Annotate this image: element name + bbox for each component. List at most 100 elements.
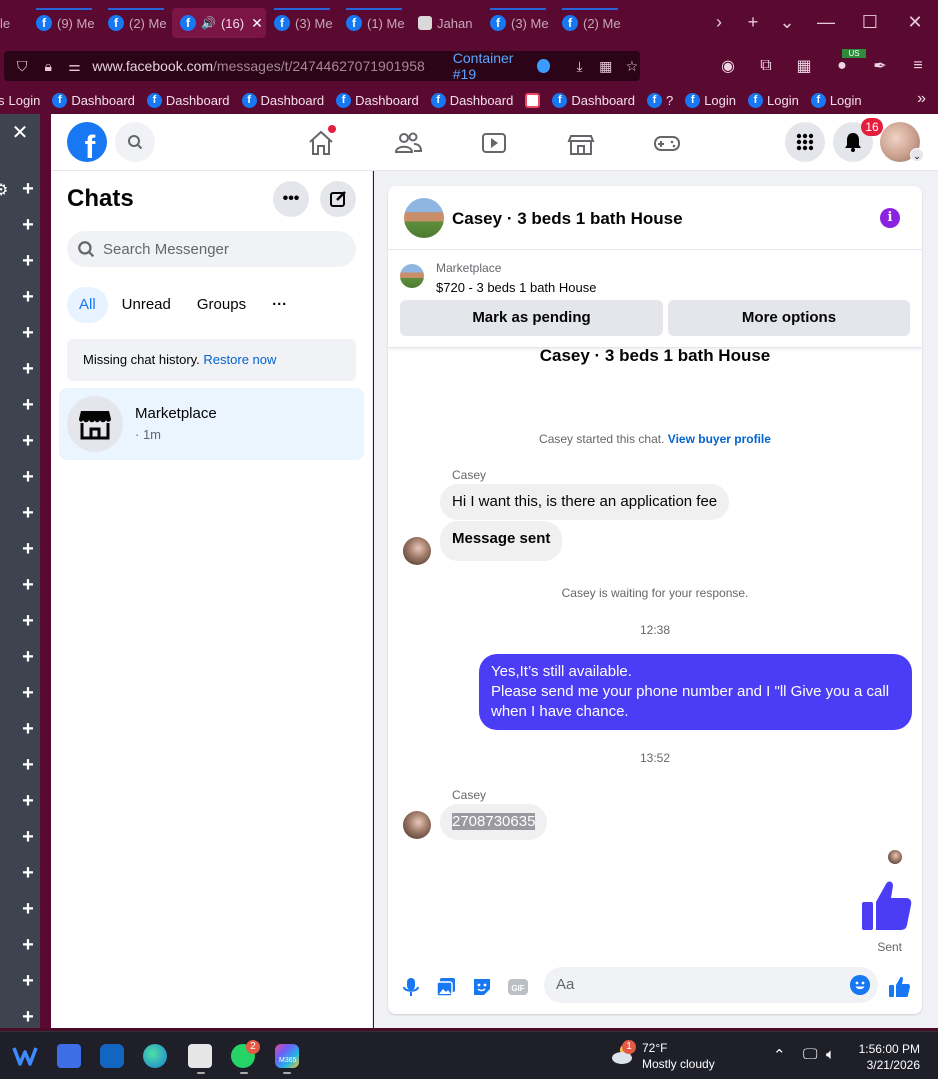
chevron-up-icon[interactable]: ⌃ — [773, 1046, 786, 1064]
feather-icon[interactable]: ✒ — [868, 56, 892, 76]
weather-widget[interactable]: 1 72°F Mostly cloudy — [610, 1040, 715, 1071]
view-buyer-profile-link[interactable]: View buyer profile — [668, 432, 771, 446]
url-bar[interactable]: ⛉ 🔒︎ ⚌ www.facebook.com/messages/t/24744… — [4, 50, 640, 82]
snipping-tool-icon[interactable] — [188, 1044, 212, 1068]
phone-number-text[interactable]: 2708730635 — [452, 813, 536, 830]
outlook-icon[interactable] — [100, 1044, 124, 1068]
filter-more-button[interactable]: ··· — [260, 287, 299, 323]
new-tab-icon[interactable]: + — [736, 12, 770, 33]
new-message-button[interactable] — [320, 181, 356, 217]
more-options-button[interactable]: More options — [668, 300, 910, 336]
bookmark[interactable]: s Login — [0, 93, 40, 108]
sender-avatar[interactable] — [403, 811, 431, 839]
conversation-title[interactable]: Casey · 3 beds 1 bath House — [452, 209, 683, 229]
system-clock[interactable]: 1:56:00 PM 3/21/2026 — [859, 1041, 920, 1073]
chat-options-button[interactable]: ••• — [273, 181, 309, 217]
add-panel-icon[interactable]: + — [18, 538, 38, 561]
vpn-icon[interactable]: ● US — [830, 49, 866, 75]
download-icon[interactable]: ⤓ — [572, 58, 588, 75]
add-panel-icon[interactable]: + — [18, 178, 38, 201]
conversation-list-item[interactable]: Marketplace · 1m — [59, 388, 364, 460]
add-panel-icon[interactable]: + — [18, 286, 38, 309]
search-icon[interactable] — [115, 122, 155, 162]
outgoing-message[interactable]: Yes,It’s still available. Please send me… — [479, 654, 912, 730]
photo-icon[interactable] — [435, 976, 457, 998]
bookmark[interactable]: f Dashboard — [146, 92, 230, 108]
close-tab-icon[interactable]: ✕ — [251, 15, 263, 32]
close-sidebar-icon[interactable]: ✕ — [0, 120, 40, 150]
browser-tab[interactable]: f (3) Me — [482, 8, 554, 38]
widgets-icon[interactable] — [12, 1044, 38, 1068]
add-panel-icon[interactable]: + — [18, 250, 38, 273]
emoji-icon[interactable] — [850, 975, 870, 995]
url-text[interactable]: www.facebook.com/messages/t/247446270719… — [92, 58, 424, 74]
add-panel-icon[interactable]: + — [18, 394, 38, 417]
edge-icon[interactable] — [143, 1044, 167, 1068]
add-panel-icon[interactable]: + — [18, 754, 38, 777]
filter-groups[interactable]: Groups — [185, 287, 258, 323]
m365-icon[interactable] — [275, 1044, 299, 1068]
add-panel-icon[interactable]: + — [18, 826, 38, 849]
listing-title[interactable]: $720 - 3 beds 1 bath House — [436, 280, 596, 295]
bookmark[interactable] — [525, 92, 541, 108]
filter-unread[interactable]: Unread — [110, 287, 183, 323]
watch-icon[interactable] — [479, 128, 509, 158]
add-panel-icon[interactable]: + — [18, 934, 38, 957]
add-panel-icon[interactable]: + — [18, 790, 38, 813]
menu-icon[interactable]: ≡ — [906, 57, 930, 75]
add-panel-icon[interactable]: + — [18, 682, 38, 705]
add-panel-icon[interactable]: + — [18, 322, 38, 345]
bookmark[interactable]: f Login — [685, 92, 736, 108]
volume-icon[interactable]: 🔈︎ — [826, 1046, 835, 1063]
scroll-tabs-icon[interactable]: › — [702, 12, 736, 33]
listing-thumbnail[interactable] — [400, 264, 424, 288]
browser-tab[interactable]: f (2) Me — [554, 8, 626, 38]
bookmark[interactable]: f Dashboard — [52, 92, 135, 108]
browser-tab[interactable]: f (9) Me — [28, 8, 100, 38]
lock-icon[interactable]: 🔒︎ — [40, 58, 56, 75]
sticker-icon[interactable] — [471, 976, 493, 998]
apps-icon[interactable]: ▦ — [792, 56, 816, 76]
browser-tab[interactable]: Jahan — [410, 8, 482, 38]
message-input[interactable]: Aa — [544, 967, 878, 1003]
add-panel-icon[interactable]: + — [18, 718, 38, 741]
tab-list-icon[interactable]: ⌄ — [770, 12, 804, 33]
microphone-icon[interactable] — [400, 976, 422, 998]
facebook-logo-icon[interactable]: f — [67, 122, 107, 162]
like-icon[interactable] — [888, 976, 910, 998]
sender-avatar[interactable] — [403, 537, 431, 565]
account-icon[interactable]: ◉ — [716, 56, 740, 76]
browser-tab[interactable]: f (3) Me — [266, 8, 338, 38]
add-panel-icon[interactable]: + — [18, 430, 38, 453]
restore-now-link[interactable]: Restore now — [203, 352, 276, 367]
add-panel-icon[interactable]: + — [18, 898, 38, 921]
bookmark[interactable]: f Dashboard — [430, 92, 513, 108]
mark-as-pending-button[interactable]: Mark as pending — [400, 300, 663, 336]
info-icon[interactable]: i — [880, 208, 900, 228]
bookmark[interactable]: f Dashboard — [241, 92, 324, 108]
notepad-icon[interactable] — [57, 1044, 81, 1068]
more-bookmarks-icon[interactable]: » — [917, 90, 926, 108]
filter-all[interactable]: All — [67, 287, 108, 323]
gif-icon[interactable]: GIF — [507, 976, 529, 998]
friends-icon[interactable] — [393, 128, 423, 158]
bookmark[interactable]: f Login — [810, 92, 862, 108]
bookmark[interactable]: f? — [646, 92, 673, 108]
incoming-message[interactable]: Message sent — [440, 521, 563, 561]
shield-icon[interactable]: ⛉ — [14, 58, 30, 75]
marketplace-icon[interactable] — [566, 128, 596, 158]
add-panel-icon[interactable]: + — [18, 574, 38, 597]
network-icon[interactable]: 🖵︎ — [803, 1046, 817, 1063]
bookmark[interactable]: f Dashboard — [336, 92, 419, 108]
search-messenger-input[interactable]: Search Messenger — [67, 231, 356, 267]
browser-tab[interactable]: f (1) Me — [338, 8, 410, 38]
speaker-icon[interactable]: 🔊 — [201, 16, 216, 30]
browser-tab-active[interactable]: f 🔊 (16) ✕ — [172, 8, 266, 38]
menu-grid-icon[interactable] — [785, 122, 825, 162]
listing-avatar[interactable] — [404, 198, 444, 238]
add-panel-icon[interactable]: + — [18, 1006, 38, 1029]
chevron-down-icon[interactable]: ⌄ — [910, 148, 924, 162]
extensions-icon[interactable]: ⧉ — [754, 57, 778, 75]
add-panel-icon[interactable]: + — [18, 358, 38, 381]
incoming-message[interactable]: 2708730635 — [440, 804, 548, 840]
